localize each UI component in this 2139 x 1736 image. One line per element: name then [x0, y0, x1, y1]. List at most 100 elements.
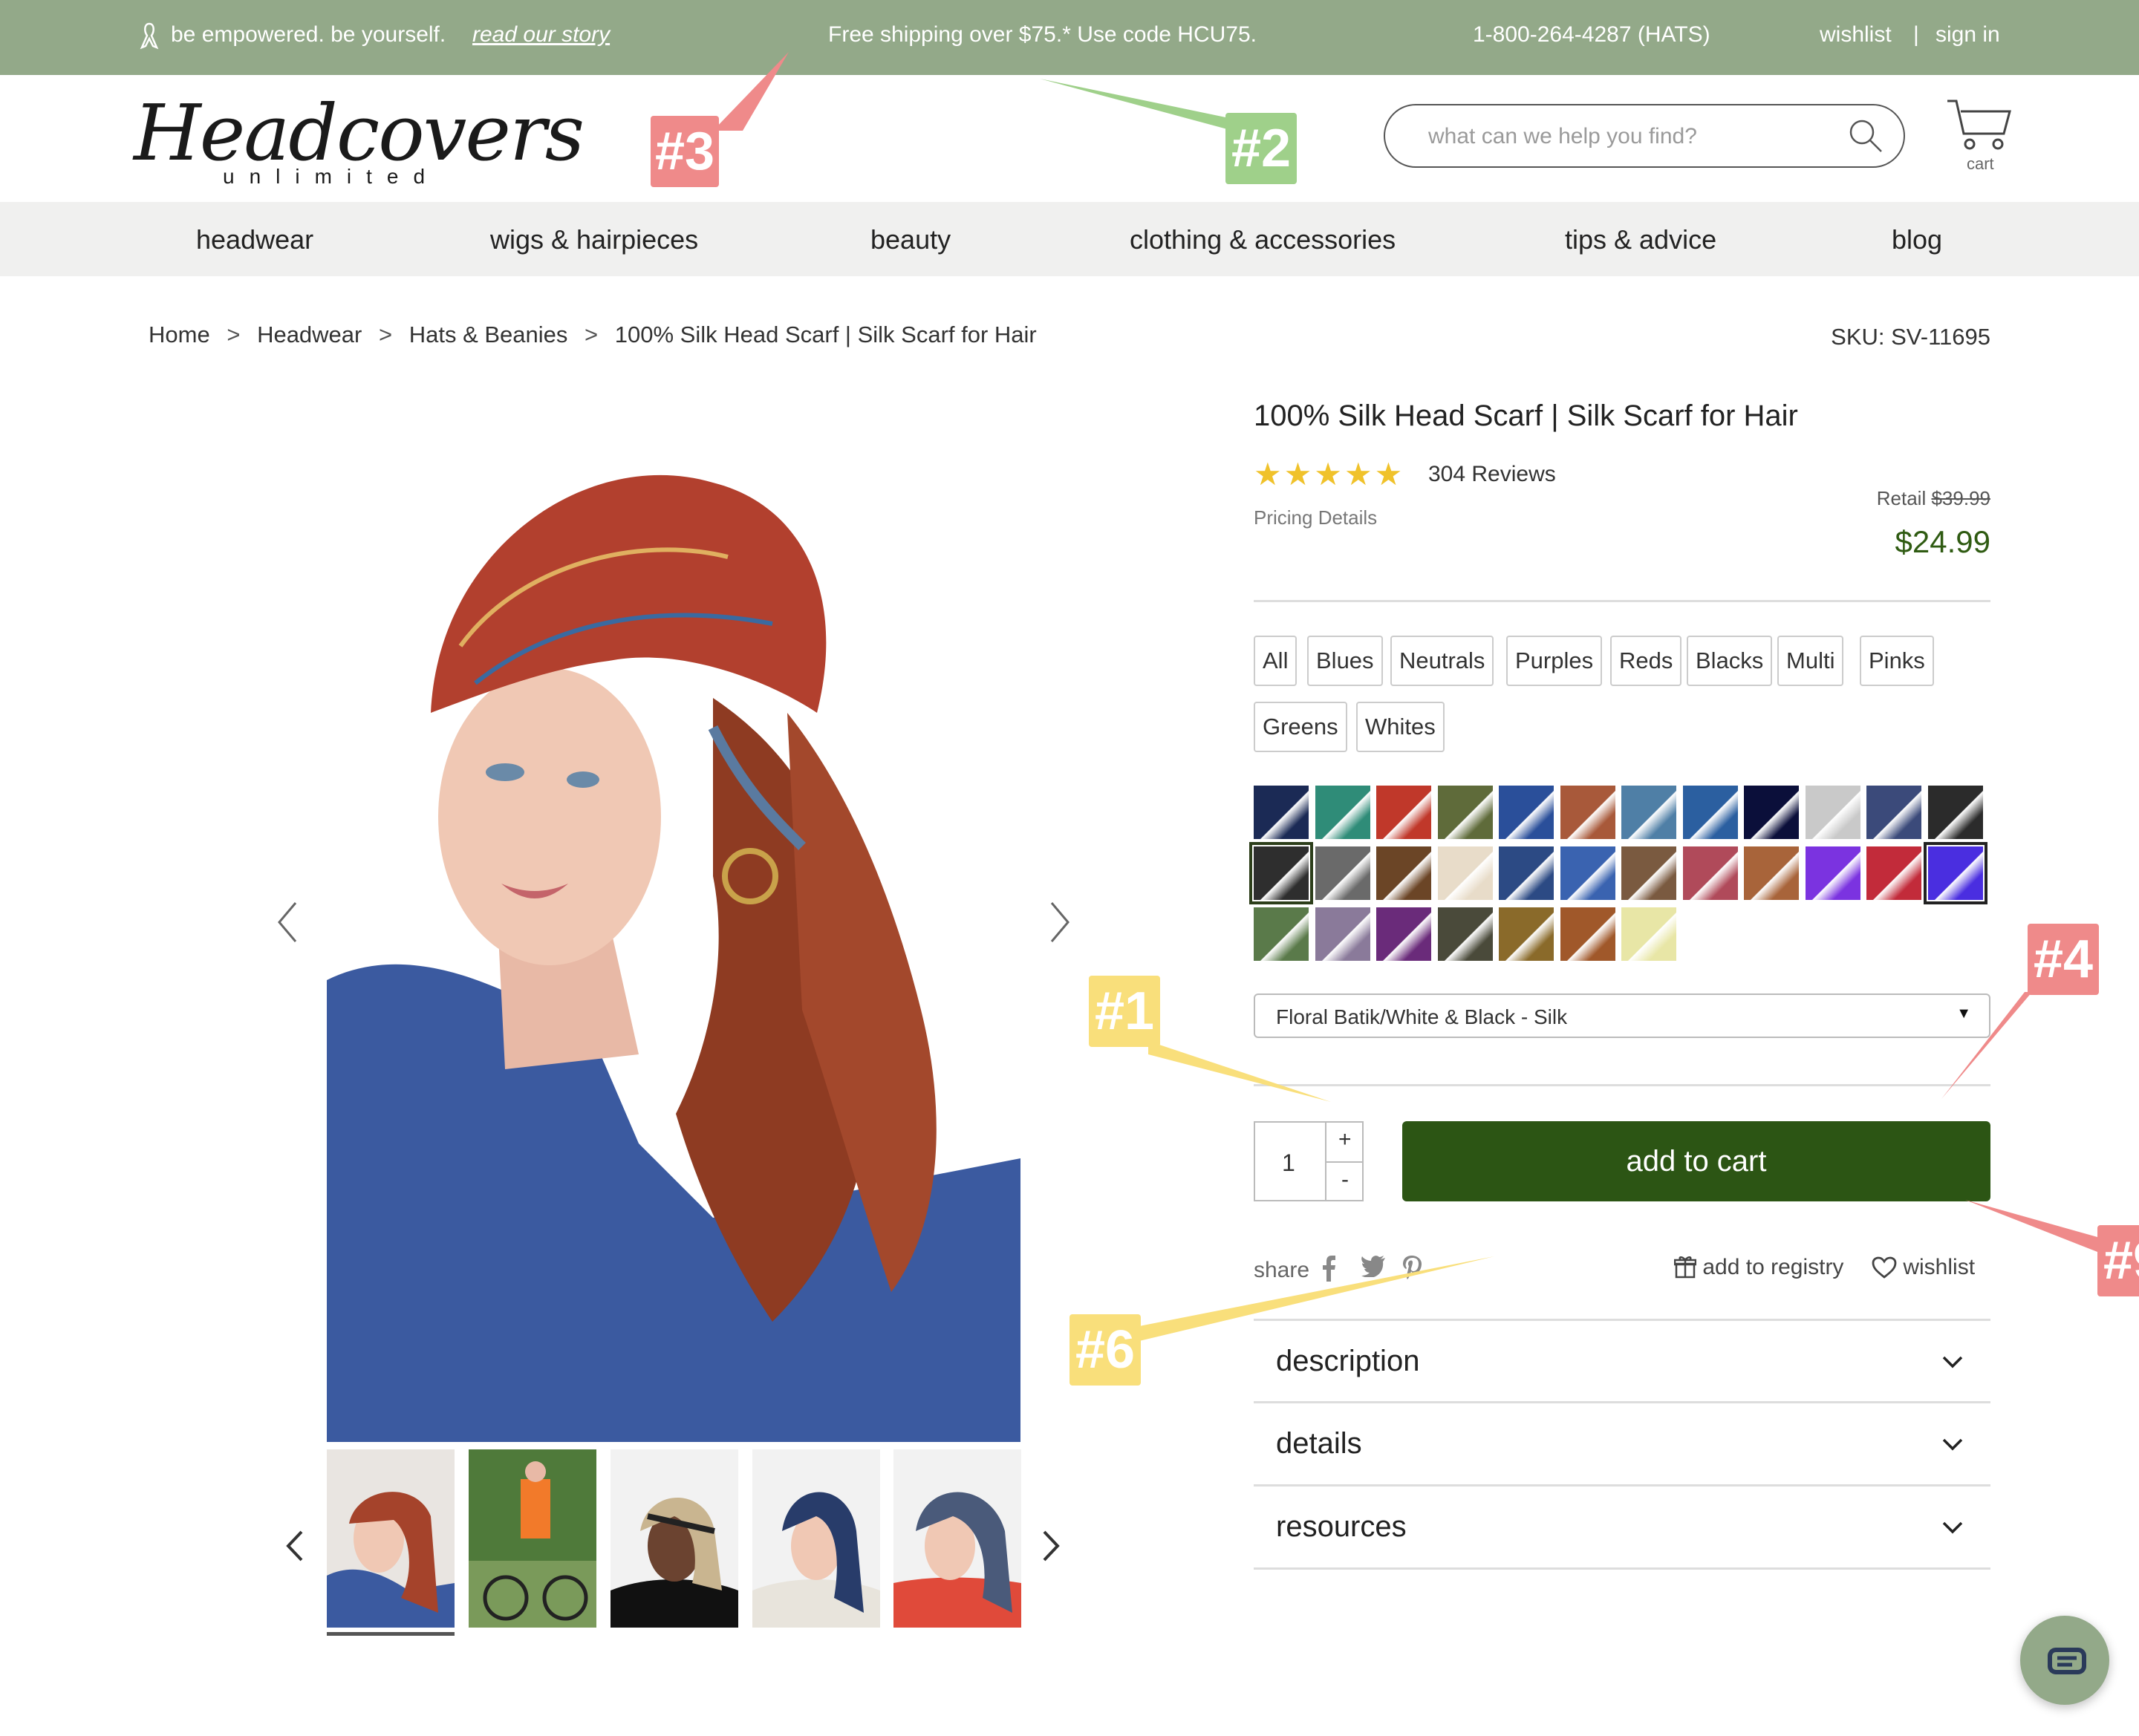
- color-select[interactable]: Floral Batik/White & Black - Silk ▼: [1254, 993, 1990, 1038]
- color-swatch[interactable]: [1249, 842, 1313, 904]
- divider: [1254, 1567, 1990, 1570]
- color-swatch[interactable]: [1315, 907, 1370, 961]
- add-to-wishlist-link[interactable]: wishlist: [1872, 1255, 1975, 1280]
- color-swatch[interactable]: [1499, 846, 1554, 900]
- thumbnail-1[interactable]: [327, 1449, 455, 1628]
- filter-multi[interactable]: Multi: [1777, 636, 1844, 686]
- filter-blues[interactable]: Blues: [1307, 636, 1383, 686]
- nav-item-wigs[interactable]: wigs & hairpieces: [490, 224, 698, 255]
- thumb-prev-arrow[interactable]: [285, 1524, 305, 1572]
- color-swatch[interactable]: [1682, 846, 1738, 900]
- color-swatch[interactable]: [1315, 786, 1370, 839]
- thumbnail-4[interactable]: [752, 1449, 880, 1628]
- color-swatch[interactable]: [1621, 786, 1676, 839]
- color-swatch[interactable]: [1499, 907, 1554, 961]
- breadcrumb-hats[interactable]: Hats & Beanies: [409, 322, 568, 347]
- top-separator: |: [1913, 22, 1919, 47]
- pinterest-icon[interactable]: [1402, 1255, 1422, 1286]
- color-swatch[interactable]: [1621, 846, 1676, 900]
- filter-reds[interactable]: Reds: [1610, 636, 1682, 686]
- color-swatch[interactable]: [1254, 786, 1309, 839]
- registry-label: add to registry: [1702, 1255, 1844, 1279]
- tagline: be empowered. be yourself.: [171, 22, 446, 47]
- main-next-arrow[interactable]: [1049, 900, 1071, 954]
- accordion-description[interactable]: description: [1254, 1319, 1990, 1400]
- color-swatch[interactable]: [1315, 846, 1370, 900]
- main-prev-arrow[interactable]: [276, 900, 299, 954]
- quantity-stepper[interactable]: 1 + -: [1254, 1121, 1364, 1201]
- color-swatch[interactable]: [1560, 907, 1615, 961]
- nav-item-beauty[interactable]: beauty: [870, 224, 951, 255]
- add-to-registry-link[interactable]: add to registry: [1673, 1255, 1844, 1280]
- color-swatch[interactable]: [1376, 846, 1431, 900]
- color-swatch[interactable]: [1744, 846, 1799, 900]
- nav-item-tips[interactable]: tips & advice: [1565, 224, 1716, 255]
- reviews-link[interactable]: 304 Reviews: [1428, 462, 1556, 487]
- color-swatch[interactable]: [1805, 786, 1860, 839]
- breadcrumb-current: 100% Silk Head Scarf | Silk Scarf for Ha…: [614, 322, 1037, 347]
- facebook-icon[interactable]: [1321, 1255, 1337, 1288]
- nav-item-clothing[interactable]: clothing & accessories: [1130, 224, 1396, 255]
- breadcrumb-headwear[interactable]: Headwear: [257, 322, 362, 347]
- color-swatch[interactable]: [1621, 907, 1676, 961]
- breadcrumb-home[interactable]: Home: [149, 322, 210, 347]
- filter-purples[interactable]: Purples: [1506, 636, 1603, 686]
- filter-whites[interactable]: Whites: [1356, 702, 1445, 752]
- filter-blacks[interactable]: Blacks: [1687, 636, 1773, 686]
- color-swatch[interactable]: [1254, 907, 1309, 961]
- color-swatch[interactable]: [1682, 786, 1738, 839]
- add-to-cart-button[interactable]: add to cart: [1402, 1121, 1990, 1201]
- sign-in-link[interactable]: sign in: [1935, 22, 2000, 48]
- color-swatch[interactable]: [1437, 907, 1493, 961]
- color-swatch[interactable]: [1744, 786, 1799, 839]
- nav-item-blog[interactable]: blog: [1892, 224, 1942, 255]
- color-swatch[interactable]: [1560, 846, 1615, 900]
- share-label: share: [1254, 1258, 1310, 1282]
- color-swatch[interactable]: [1805, 846, 1860, 900]
- pricing-details-link[interactable]: Pricing Details: [1254, 506, 1377, 529]
- twitter-icon[interactable]: [1361, 1255, 1386, 1283]
- color-swatch[interactable]: [1376, 907, 1431, 961]
- color-swatch[interactable]: [1866, 846, 1921, 900]
- quantity-decrement-button[interactable]: -: [1341, 1167, 1349, 1192]
- quantity-increment-button[interactable]: +: [1338, 1127, 1352, 1152]
- cart-button[interactable]: cart: [1944, 95, 2013, 177]
- accordion-details[interactable]: details: [1254, 1401, 1990, 1483]
- site-logo[interactable]: Headcovers unlimited: [134, 88, 585, 192]
- sku-label: SKU: SV-11695: [1831, 324, 1990, 350]
- search-input[interactable]: [1428, 122, 1844, 151]
- thumbnail-3[interactable]: [611, 1449, 738, 1628]
- quantity-value[interactable]: 1: [1282, 1149, 1295, 1177]
- search-box[interactable]: [1384, 104, 1905, 168]
- color-swatch[interactable]: [1437, 786, 1493, 839]
- color-swatch[interactable]: [1376, 786, 1431, 839]
- rating-stars[interactable]: ★★★★★: [1254, 456, 1404, 492]
- breadcrumb-separator: >: [227, 322, 241, 347]
- phone-number[interactable]: 1-800-264-4287 (HATS): [1473, 22, 1710, 48]
- search-icon[interactable]: [1843, 113, 1889, 159]
- nav-item-headwear[interactable]: headwear: [196, 224, 313, 255]
- color-swatch[interactable]: [1927, 786, 1983, 839]
- thumbnail-5[interactable]: [893, 1449, 1021, 1628]
- cart-icon: [1947, 99, 2011, 150]
- product-photo: [327, 401, 1020, 1442]
- filter-pinks[interactable]: Pinks: [1860, 636, 1934, 686]
- thumb-next-arrow[interactable]: [1041, 1524, 1061, 1572]
- retail-label: Retail: [1876, 487, 1927, 509]
- ribbon-icon: [140, 22, 159, 50]
- read-our-story-link[interactable]: read our story: [472, 22, 610, 48]
- color-swatch[interactable]: [1560, 786, 1615, 839]
- top-wishlist-link[interactable]: wishlist: [1820, 22, 1892, 48]
- filter-neutrals[interactable]: Neutrals: [1390, 636, 1494, 686]
- chevron-left-icon: [278, 902, 297, 942]
- color-swatch[interactable]: [1923, 842, 1987, 904]
- thumbnail-2[interactable]: [469, 1449, 596, 1628]
- accordion-resources[interactable]: resources: [1254, 1484, 1990, 1566]
- filter-greens[interactable]: Greens: [1254, 702, 1347, 752]
- chat-button[interactable]: [2020, 1616, 2109, 1705]
- color-swatch[interactable]: [1437, 846, 1493, 900]
- chevron-down-icon: [1942, 1438, 1963, 1451]
- color-swatch[interactable]: [1499, 786, 1554, 839]
- color-swatch[interactable]: [1866, 786, 1921, 839]
- filter-all[interactable]: All: [1254, 636, 1298, 686]
